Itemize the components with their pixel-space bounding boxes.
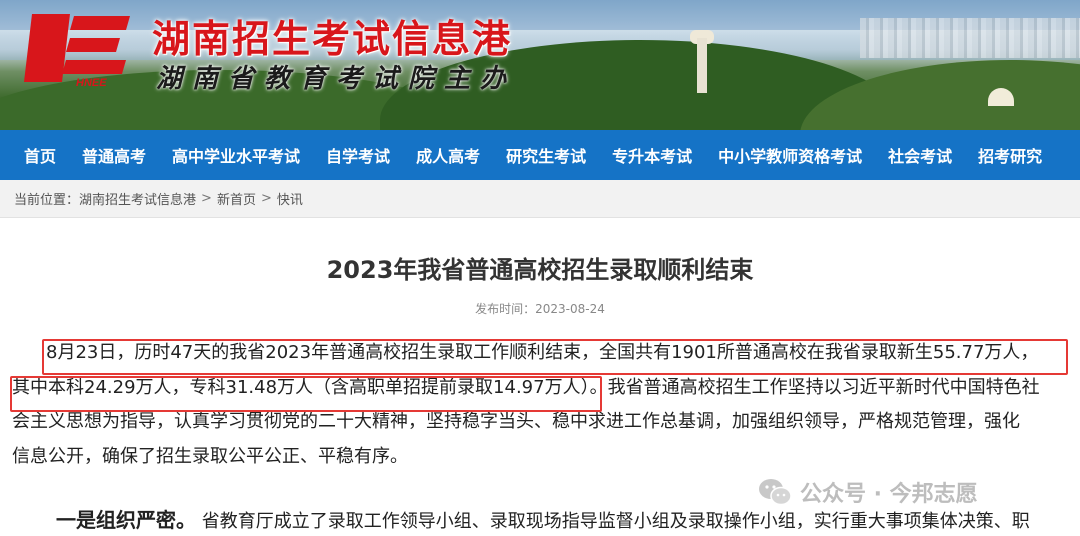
site-logo-icon[interactable]: HNEE	[22, 6, 132, 88]
article-title: 2023年我省普通高校招生录取顺利结束	[326, 256, 754, 284]
breadcrumb-separator: >	[260, 191, 272, 206]
nav-item-gaokao[interactable]: 普通高考	[69, 143, 159, 167]
nav-item-shehui[interactable]: 社会考试	[875, 143, 965, 167]
breadcrumb-link-news[interactable]: 快讯	[277, 189, 303, 208]
logo-text: HNEE	[76, 77, 107, 88]
nav-item-home[interactable]: 首页	[0, 143, 69, 167]
nav-item-zhuanshengben[interactable]: 专升本考试	[599, 143, 705, 167]
nav-item-jiaoshi[interactable]: 中小学教师资格考试	[705, 143, 875, 167]
site-subtitle: 湖南省教育考试院主办	[156, 64, 517, 94]
paragraph-line: 信息公开，确保了招生录取公平公正、平稳有序。	[12, 445, 408, 467]
main-nav: 首页 普通高考 高中学业水平考试 自学考试 成人高考 研究生考试 专升本考试 中…	[0, 130, 1080, 180]
nav-item-chenggao[interactable]: 成人高考	[403, 143, 493, 167]
nav-item-yanjiusheng[interactable]: 研究生考试	[493, 143, 599, 167]
highlight-box	[42, 339, 1068, 375]
breadcrumb-link-home[interactable]: 新首页	[217, 189, 256, 208]
article-paragraph-2: 一是组织严密。 省教育厅成立了录取工作领导小组、录取现场指导监督小组及录取操作小…	[12, 503, 1074, 536]
banner-tv-tower	[697, 38, 707, 93]
breadcrumb-separator: >	[201, 191, 212, 206]
highlight-box	[10, 376, 602, 412]
breadcrumb-link-site[interactable]: 湖南招生考试信息港	[79, 189, 196, 208]
nav-item-zhaokao[interactable]: 招考研究	[965, 143, 1055, 167]
nav-item-zikao[interactable]: 自学考试	[313, 143, 403, 167]
banner-cityscape	[860, 18, 1080, 58]
breadcrumb-prefix: 当前位置：	[14, 193, 80, 208]
paragraph-lead: 一是组织严密。	[56, 508, 196, 532]
site-banner: HNEE 湖南招生考试信息港 湖南省教育考试院主办	[0, 0, 1080, 130]
breadcrumb: 当前位置： 湖南招生考试信息港 > 新首页 > 快讯	[0, 180, 1080, 218]
paragraph-text: 省教育厅成立了录取工作领导小组、录取现场指导监督小组及录取操作小组，实行重大事项…	[201, 511, 1030, 532]
publish-time: 发布时间：2023-08-24	[475, 302, 605, 316]
site-title[interactable]: 湖南招生考试信息港	[152, 8, 512, 63]
nav-item-xueye[interactable]: 高中学业水平考试	[159, 143, 313, 167]
